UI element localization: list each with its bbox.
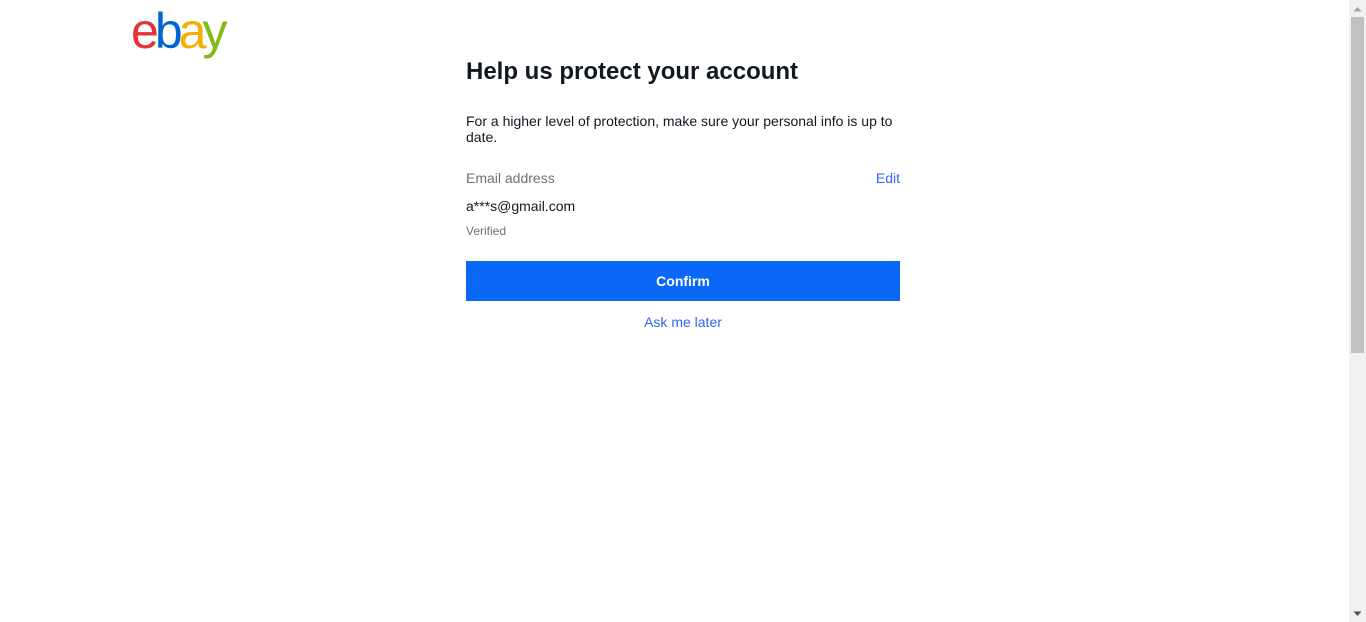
ebay-logo-icon: ebay xyxy=(131,5,231,59)
svg-text:ebay: ebay xyxy=(131,5,227,59)
ask-me-later-link[interactable]: Ask me later xyxy=(466,313,900,331)
email-field-header: Email address Edit xyxy=(466,169,900,187)
confirm-button[interactable]: Confirm xyxy=(466,261,900,301)
edit-email-link[interactable]: Edit xyxy=(876,170,900,186)
scroll-down-arrow-icon[interactable] xyxy=(1349,605,1366,622)
scrollbar-thumb[interactable] xyxy=(1351,17,1364,353)
protect-account-panel: Help us protect your account For a highe… xyxy=(466,57,900,331)
email-field-label: Email address xyxy=(466,170,555,186)
page-description: For a higher level of protection, make s… xyxy=(466,113,893,145)
ebay-logo[interactable]: ebay xyxy=(131,5,251,61)
page-title: Help us protect your account xyxy=(466,58,799,85)
verified-status: Verified xyxy=(466,224,507,238)
page: ebay Help us protect your account For a … xyxy=(0,0,1366,622)
scroll-up-arrow-icon[interactable] xyxy=(1349,0,1366,17)
email-value: a***s@gmail.com xyxy=(466,198,576,214)
vertical-scrollbar[interactable] xyxy=(1349,0,1366,622)
